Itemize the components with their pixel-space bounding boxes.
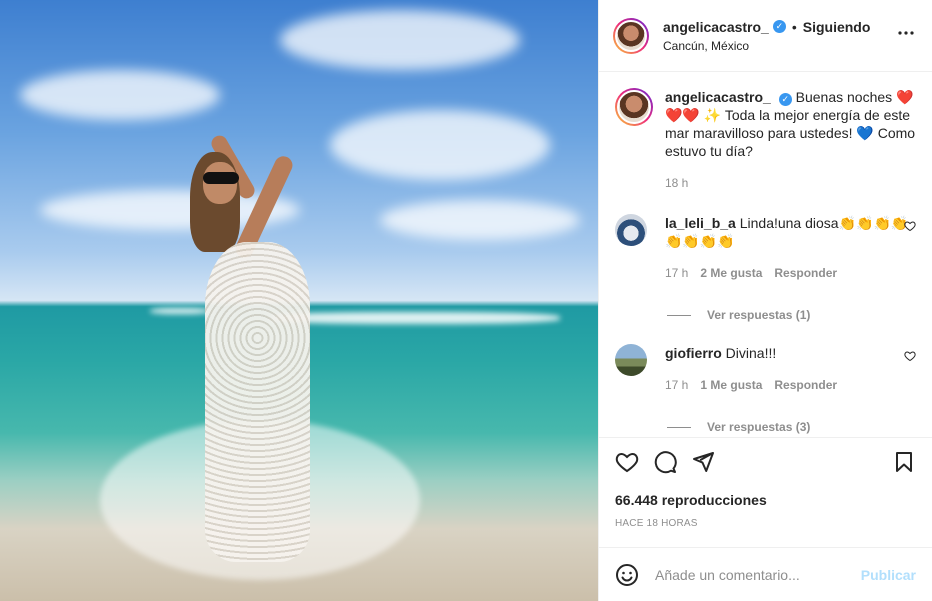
author-avatar[interactable] [613, 17, 649, 54]
view-replies-button[interactable]: Ver respuestas (1) [667, 308, 916, 322]
commenter-avatar[interactable] [615, 214, 647, 246]
commenter-username[interactable]: la_leli_b_a [665, 215, 736, 231]
post-header: angelicacastro_ ✓ • Siguiendo Cancún, Mé… [599, 0, 932, 72]
comment-likes[interactable]: 2 Me gusta [700, 264, 762, 282]
comment-time[interactable]: 17 h [665, 376, 688, 394]
post-sidebar: angelicacastro_ ✓ • Siguiendo Cancún, Mé… [598, 0, 932, 601]
verified-badge-icon: ✓ [772, 20, 786, 33]
commenter-username[interactable]: giofierro [665, 345, 722, 361]
share-paper-plane-icon[interactable] [691, 450, 715, 474]
comment-input[interactable] [655, 566, 861, 583]
instagram-post: angelicacastro_ ✓ • Siguiendo Cancún, Mé… [0, 0, 932, 601]
comment-item: giofierro Divina!!! 17 h 1 Me gusta Resp… [615, 344, 916, 394]
post-location[interactable]: Cancún, México [663, 39, 894, 53]
lace-dress [205, 242, 310, 562]
save-bookmark-icon[interactable] [892, 450, 916, 474]
post-timestamp[interactable]: HACE 18 HORAS [615, 518, 916, 529]
reply-button[interactable]: Responder [774, 376, 837, 394]
view-replies-button[interactable]: Ver respuestas (3) [667, 420, 916, 434]
publish-button[interactable]: Publicar [861, 567, 916, 583]
sunglasses [203, 172, 239, 184]
following-button[interactable]: Siguiendo [803, 19, 871, 35]
post-actions: 66.448 reproducciones HACE 18 HORAS [599, 437, 932, 547]
comment-bubble-icon[interactable] [653, 450, 677, 474]
like-heart-icon[interactable] [615, 450, 639, 474]
post-caption: angelicacastro_ ✓ Buenas noches ❤️❤️❤️ ✨… [615, 88, 916, 192]
commenter-avatar[interactable] [615, 344, 647, 376]
comment-item: la_leli_b_a Linda!una diosa👏👏👏👏👏👏👏👏 17 h… [615, 214, 916, 282]
caption-time[interactable]: 18 h [665, 174, 916, 192]
views-count[interactable]: 66.448 reproducciones [615, 492, 916, 508]
woman-figure [185, 132, 325, 562]
caption-avatar[interactable] [615, 88, 653, 126]
author-username[interactable]: angelicacastro_ [663, 19, 769, 35]
like-comment-heart-icon[interactable] [904, 220, 916, 232]
emoji-smiley-icon[interactable] [615, 563, 639, 587]
like-comment-heart-icon[interactable] [904, 350, 916, 362]
comment-time[interactable]: 17 h [665, 264, 688, 282]
comment-text: Divina!!! [725, 345, 777, 361]
caption-username[interactable]: angelicacastro_ [665, 89, 771, 105]
comments-section[interactable]: angelicacastro_ ✓ Buenas noches ❤️❤️❤️ ✨… [599, 72, 932, 437]
verified-badge-icon: ✓ [778, 92, 792, 106]
post-photo[interactable] [0, 0, 598, 601]
add-comment-bar: Publicar [599, 547, 932, 601]
more-options-icon[interactable] [894, 21, 918, 50]
separator-dot: • [791, 18, 797, 35]
comment-likes[interactable]: 1 Me gusta [700, 376, 762, 394]
reply-button[interactable]: Responder [774, 264, 837, 282]
